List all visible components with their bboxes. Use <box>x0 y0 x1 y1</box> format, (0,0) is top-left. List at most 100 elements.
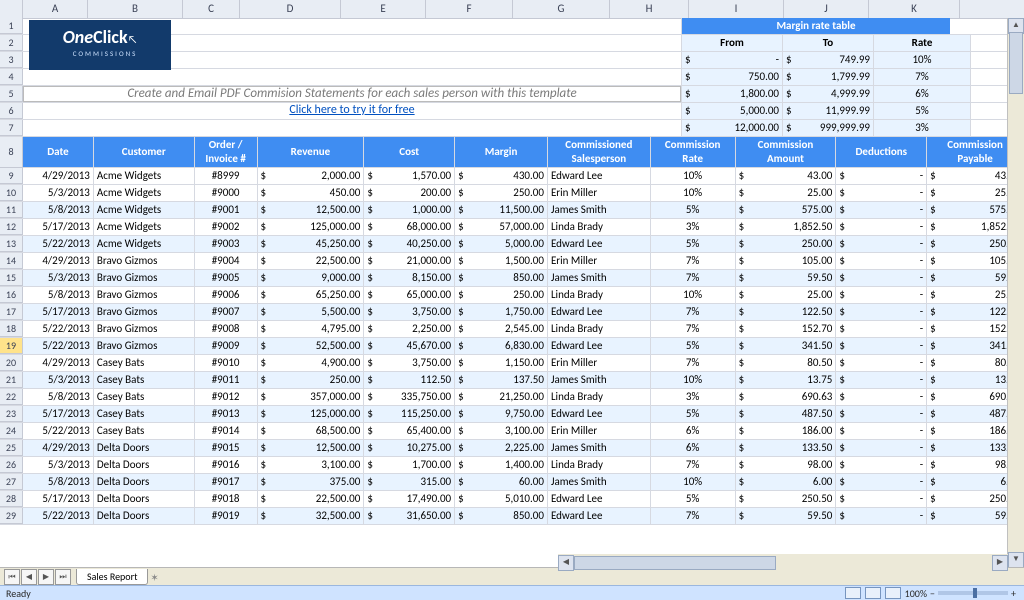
cell-rate[interactable]: 7% <box>651 270 736 286</box>
cell-salesperson[interactable]: Edward Lee <box>548 491 651 507</box>
row-number[interactable]: 24 <box>0 423 23 439</box>
cell-date[interactable]: 4/29/2013 <box>23 253 94 269</box>
cell-deductions[interactable]: $- <box>836 474 927 490</box>
cell-customer[interactable]: Casey Bats <box>94 372 195 388</box>
cell-invoice[interactable]: #9009 <box>195 338 258 354</box>
cell-invoice[interactable]: #9016 <box>195 457 258 473</box>
cell-rate[interactable]: 10% <box>651 474 736 490</box>
margin-cell[interactable]: $4,999.99 <box>783 86 874 102</box>
cell-customer[interactable]: Delta Doors <box>94 440 195 456</box>
cell-cost[interactable]: $17,490.00 <box>364 491 455 507</box>
margin-rate[interactable]: 10% <box>874 52 971 68</box>
cell-date[interactable]: 5/22/2013 <box>23 236 94 252</box>
cell-salesperson[interactable]: Edward Lee <box>548 236 651 252</box>
margin-rate[interactable]: 7% <box>874 69 971 85</box>
cell-deductions[interactable]: $- <box>836 406 927 422</box>
cell-invoice[interactable]: #8999 <box>195 168 258 184</box>
cell-margin[interactable]: $137.50 <box>455 372 548 388</box>
cell-rate[interactable]: 7% <box>651 355 736 371</box>
cell-salesperson[interactable]: Edward Lee <box>548 406 651 422</box>
cell-customer[interactable]: Casey Bats <box>94 406 195 422</box>
row-number[interactable]: 8 <box>0 137 23 168</box>
cell-customer[interactable]: Casey Bats <box>94 355 195 371</box>
cell-revenue[interactable]: $22,500.00 <box>258 491 365 507</box>
cell-margin[interactable]: $6,830.00 <box>455 338 548 354</box>
row-number[interactable]: 3 <box>0 52 23 68</box>
cell-amount[interactable]: $25.00 <box>736 185 837 201</box>
cell-salesperson[interactable]: Erin Miller <box>548 185 651 201</box>
cell-customer[interactable]: Casey Bats <box>94 423 195 439</box>
cell-deductions[interactable]: $- <box>836 457 927 473</box>
cell-customer[interactable]: Bravo Gizmos <box>94 270 195 286</box>
row-number[interactable]: 2 <box>0 35 23 51</box>
row-number[interactable]: 7 <box>0 120 23 136</box>
cell-margin[interactable]: $430.00 <box>455 168 548 184</box>
margin-rate[interactable]: 5% <box>874 103 971 119</box>
cell-revenue[interactable]: $68,500.00 <box>258 423 365 439</box>
cell-margin[interactable]: $1,500.00 <box>455 253 548 269</box>
cell-salesperson[interactable]: Edward Lee <box>548 168 651 184</box>
cell-deductions[interactable]: $- <box>836 287 927 303</box>
hscroll-thumb[interactable] <box>574 556 776 570</box>
cell-cost[interactable]: $31,650.00 <box>364 508 455 524</box>
cell-deductions[interactable]: $- <box>836 185 927 201</box>
cell-cost[interactable]: $2,250.00 <box>364 321 455 337</box>
cell-amount[interactable]: $250.50 <box>736 491 837 507</box>
cell-rate[interactable]: 6% <box>651 440 736 456</box>
cell-revenue[interactable]: $4,795.00 <box>258 321 365 337</box>
cell-margin[interactable]: $9,750.00 <box>455 406 548 422</box>
cell-customer[interactable]: Bravo Gizmos <box>94 338 195 354</box>
row-number[interactable]: 28 <box>0 491 23 507</box>
cell-revenue[interactable]: $12,500.00 <box>258 440 365 456</box>
cell-date[interactable]: 5/17/2013 <box>23 304 94 320</box>
cell-margin[interactable]: $1,400.00 <box>455 457 548 473</box>
view-layout-icon[interactable] <box>865 587 881 599</box>
cell-customer[interactable]: Delta Doors <box>94 508 195 524</box>
margin-cell[interactable]: $11,999.99 <box>783 103 874 119</box>
cell-amount[interactable]: $133.50 <box>736 440 837 456</box>
cell-deductions[interactable]: $- <box>836 338 927 354</box>
cell-salesperson[interactable]: James Smith <box>548 474 651 490</box>
cell-rate[interactable]: 3% <box>651 219 736 235</box>
cell-date[interactable]: 5/3/2013 <box>23 372 94 388</box>
select-all-corner[interactable] <box>0 0 23 18</box>
row-number[interactable]: 17 <box>0 304 23 320</box>
row-number[interactable]: 12 <box>0 219 23 235</box>
cell-deductions[interactable]: $- <box>836 372 927 388</box>
cell-date[interactable]: 5/22/2013 <box>23 338 94 354</box>
cell-cost[interactable]: $40,250.00 <box>364 236 455 252</box>
cell-margin[interactable]: $1,150.00 <box>455 355 548 371</box>
margin-rate[interactable]: 6% <box>874 86 971 102</box>
cell-date[interactable]: 5/3/2013 <box>23 185 94 201</box>
cell-invoice[interactable]: #9002 <box>195 219 258 235</box>
cell-invoice[interactable]: #9015 <box>195 440 258 456</box>
cell-deductions[interactable]: $- <box>836 236 927 252</box>
cell-invoice[interactable]: #9004 <box>195 253 258 269</box>
cell-cost[interactable]: $1,000.00 <box>364 202 455 218</box>
cell-cost[interactable]: $3,750.00 <box>364 304 455 320</box>
cell-amount[interactable]: $98.00 <box>736 457 837 473</box>
cell-revenue[interactable]: $22,500.00 <box>258 253 365 269</box>
row-number[interactable]: 20 <box>0 355 23 371</box>
cell-revenue[interactable]: $450.00 <box>258 185 365 201</box>
cell-customer[interactable]: Casey Bats <box>94 389 195 405</box>
cell-margin[interactable]: $60.00 <box>455 474 548 490</box>
cell-salesperson[interactable]: Erin Miller <box>548 355 651 371</box>
cell-salesperson[interactable]: Edward Lee <box>548 304 651 320</box>
row-number[interactable]: 19 <box>0 338 23 354</box>
cell-customer[interactable]: Delta Doors <box>94 474 195 490</box>
cell-invoice[interactable]: #9012 <box>195 389 258 405</box>
cell-deductions[interactable]: $- <box>836 304 927 320</box>
cell-date[interactable]: 5/22/2013 <box>23 321 94 337</box>
cell-margin[interactable]: $2,225.00 <box>455 440 548 456</box>
margin-cell[interactable]: $999,999.99 <box>783 120 874 136</box>
margin-rate[interactable]: 3% <box>874 120 971 136</box>
cell-revenue[interactable]: $250.00 <box>258 372 365 388</box>
margin-cell[interactable]: $12,000.00 <box>682 120 783 136</box>
cell-margin[interactable]: $5,000.00 <box>455 236 548 252</box>
cell-salesperson[interactable]: Linda Brady <box>548 457 651 473</box>
cell-margin[interactable]: $250.00 <box>455 287 548 303</box>
cell-revenue[interactable]: $2,000.00 <box>258 168 365 184</box>
margin-cell[interactable]: $749.99 <box>783 52 874 68</box>
cell-amount[interactable]: $152.70 <box>736 321 837 337</box>
